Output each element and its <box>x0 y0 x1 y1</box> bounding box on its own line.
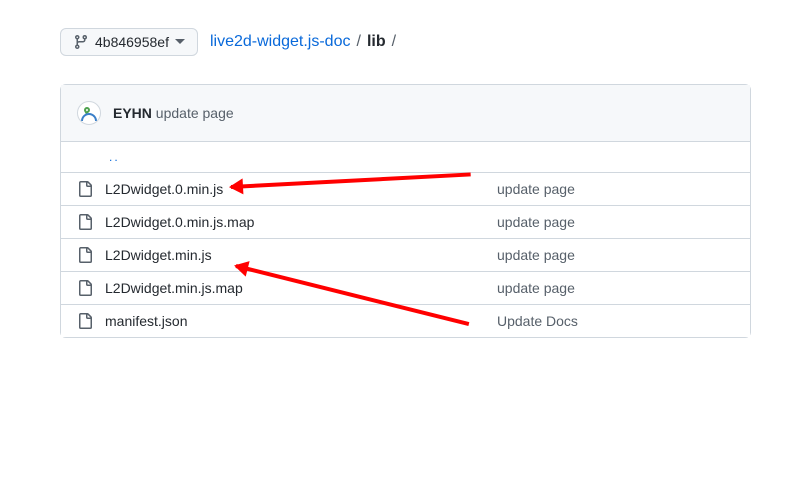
breadcrumb-separator: / <box>354 33 362 51</box>
table-row: L2Dwidget.min.js.map update page <box>61 272 750 305</box>
file-commit-msg[interactable]: Update Docs <box>497 313 578 329</box>
file-icon <box>77 280 93 296</box>
breadcrumb: live2d-widget.js-doc / lib / <box>210 33 398 51</box>
file-icon <box>77 214 93 230</box>
table-row: L2Dwidget.min.js update page <box>61 239 750 272</box>
file-name-link[interactable]: L2Dwidget.0.min.js <box>105 181 223 197</box>
file-commit-msg[interactable]: update page <box>497 247 575 263</box>
dropdown-caret-icon <box>175 37 185 47</box>
breadcrumb-current: lib <box>367 33 386 51</box>
file-list-box: EYHN update page .. L2Dwidget.0.min.js up… <box>60 84 751 338</box>
git-branch-icon <box>73 34 89 50</box>
parent-directory-row[interactable]: .. <box>61 142 750 173</box>
file-icon <box>77 247 93 263</box>
file-icon <box>77 313 93 329</box>
file-name-link[interactable]: L2Dwidget.0.min.js.map <box>105 214 254 230</box>
file-commit-msg[interactable]: update page <box>497 214 575 230</box>
breadcrumb-separator: / <box>390 33 398 51</box>
file-icon <box>77 181 93 197</box>
avatar[interactable] <box>77 101 101 125</box>
commit-author[interactable]: EYHN <box>113 105 152 121</box>
avatar-image <box>81 105 97 121</box>
branch-ref: 4b846958ef <box>95 34 169 50</box>
table-row: L2Dwidget.0.min.js.map update page <box>61 206 750 239</box>
file-commit-msg[interactable]: update page <box>497 280 575 296</box>
parent-directory-link[interactable]: .. <box>109 150 120 164</box>
commit-header: EYHN update page <box>61 85 750 142</box>
file-commit-msg[interactable]: update page <box>497 181 575 197</box>
commit-message[interactable]: update page <box>156 105 234 121</box>
branch-selector[interactable]: 4b846958ef <box>60 28 198 56</box>
table-row: manifest.json Update Docs <box>61 305 750 337</box>
file-name-link[interactable]: L2Dwidget.min.js.map <box>105 280 243 296</box>
table-row: L2Dwidget.0.min.js update page <box>61 173 750 206</box>
file-name-link[interactable]: manifest.json <box>105 313 187 329</box>
breadcrumb-repo[interactable]: live2d-widget.js-doc <box>210 33 351 51</box>
file-name-link[interactable]: L2Dwidget.min.js <box>105 247 212 263</box>
